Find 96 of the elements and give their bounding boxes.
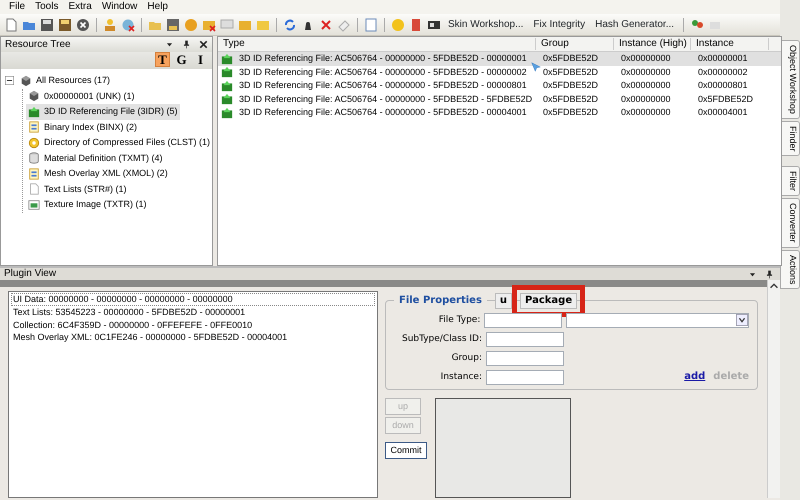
input-field[interactable] [486,351,564,366]
table-cell-text: 0x5FDBE52D [542,80,598,92]
input-field[interactable] [486,332,564,347]
toolbar-button[interactable]: Skin Workshop... [445,17,526,32]
tree-item[interactable]: Binary Index (BINX) (2) [26,120,140,135]
caret-icon[interactable] [736,314,748,326]
view-toggle[interactable]: T [155,52,170,67]
tree-item[interactable]: Directory of Compressed Files (CLST) (1) [26,135,212,150]
scrollbar[interactable] [767,280,780,498]
toolbar-button[interactable]: Fix Integrity [530,17,588,32]
tree-item[interactable]: 3D ID Referencing File (3IDR) (5) [26,104,180,120]
table-cell-text: 3D ID Referencing File: AC506764 - 00000000 - 5FDBE52D - 00000002 [238,66,527,78]
expand-toggle[interactable] [5,76,14,86]
cursor-icon [531,62,541,72]
column-header[interactable]: Instance [691,38,769,50]
table-cell-text: 0x00004001 [697,107,748,118]
tree-item[interactable]: All Resources (17) [18,73,112,88]
table-cell-text: 3D ID Referencing File: AC506764 - 00000000 - 5FDBE52D - 00000801 [238,80,527,92]
globe-icon[interactable] [121,18,135,32]
button[interactable]: Commit [385,442,427,459]
table-cell-text: 3D ID Referencing File: AC506764 - 00000000 - 5FDBE52D - 00004001 [238,107,527,118]
side-tab[interactable]: Converter [780,198,800,248]
table-cell-text: 0x5FDBE52D [542,53,598,64]
list-row[interactable]: 3D ID Referencing File: AC506764 - 00000000 - 5FDBE52D - 00000001 0x5FDBE52D 0x00000000 0x00000001 [218,52,781,66]
table-cell-text: 0x00000001 [697,53,748,64]
list-item[interactable]: Text Lists: 53545223 - 00000000 - 5FDBE52D - 00000001 [11,306,375,319]
table-cell-text: 0x5FDBE52D [542,94,598,105]
pin-icon[interactable] [765,270,774,278]
view-toggle[interactable]: G [174,52,189,67]
table-cell-text: 0x00000000 [620,53,671,64]
close-icon[interactable] [199,40,208,49]
table-cell-text: 3D ID Referencing File: AC506764 - 00000000 - 5FDBE52D - 00000001 [238,53,527,64]
side-tab[interactable]: Actions [780,250,800,290]
column-header[interactable]: Group [536,38,614,50]
list-item[interactable]: Mesh Overlay XML: 0C1FE246 - 00000000 - 5FDBE52D - 00004001 [11,331,375,344]
table-cell-text: 0x00000002 [697,66,748,78]
list-item[interactable]: Collection: 6C4F359D - 00000000 - 0FFEFEFE - 0FFE0010 [11,318,375,332]
list-row[interactable]: 3D ID Referencing File: AC506764 - 00000000 - 5FDBE52D - 00004001 0x5FDBE52D 0x00000000 0x00004001 [218,106,781,120]
dropdown-field[interactable] [566,313,749,328]
tree-item[interactable]: Text Lists (STR#) (1) [26,182,129,197]
tree-item[interactable]: Texture Image (TXTR) (1) [26,197,149,212]
menu-item[interactable]: Help [142,1,173,13]
document-icon [28,168,40,180]
list-row[interactable]: 3D ID Referencing File: AC506764 - 00000000 - 5FDBE52D - 00000801 0x5FDBE52D 0x00000000 0x00000801 [218,79,781,92]
close-icon[interactable] [76,18,90,32]
document-icon[interactable] [364,18,378,32]
side-tab[interactable]: Filter [780,166,800,196]
save-icon[interactable] [40,18,54,32]
pane-title: Resource Tree [5,38,71,50]
picture-icon [28,198,40,211]
menu-item[interactable]: File [4,1,30,13]
cube-icon [20,74,32,87]
table-cell-text: 0x00000000 [620,66,671,78]
menu-item[interactable]: Window [96,1,142,13]
list-row[interactable]: 3D ID Referencing File: AC506764 - 00000000 - 5FDBE52D - 00000002 0x5FDBE52D 0x00000000 0x00000002 [218,66,781,79]
field-label: Group: [450,353,483,364]
view-toggle[interactable]: I [193,52,208,67]
table-cell-text: 0x00000801 [697,80,748,92]
tree-item[interactable]: Mesh Overlay XML (XMOL) (2) [26,166,170,182]
page-icon [28,183,40,196]
menu-item[interactable]: Extra [63,1,97,13]
menu-item[interactable]: Tools [30,1,64,13]
table-cell-text: 0x00000000 [620,94,671,105]
refresh-icon[interactable] [283,18,297,32]
table-cell-text: 0x00000000 [620,80,671,92]
database-icon [28,152,40,164]
delete-icon[interactable] [319,18,333,32]
new-file-icon[interactable] [4,18,18,32]
list-item[interactable]: UI Data: 00000000 - 00000000 - 00000000 - 00000000 [11,293,375,306]
save-icon[interactable] [166,18,180,32]
dropdown-icon[interactable] [165,40,174,49]
pane-title: Plugin View [4,268,56,280]
table-cell-text: 0x5FDBE52D [542,66,598,78]
table-cell-text: 0x5FDBE52D [542,107,598,118]
table-cell-text: 3D ID Referencing File: AC506764 - 00000000 - 5FDBE52D - 5FDBE52D [238,94,532,105]
input-field[interactable] [486,370,564,385]
save-icon[interactable] [58,18,72,32]
cube-icon [28,90,40,102]
tree-item[interactable]: 0x00000001 (UNK) (1) [26,88,137,104]
tab[interactable]: u [494,293,512,309]
table-cell-text: 0x00000000 [620,107,671,118]
table-cell-text: 0x5FDBE52D [697,94,754,105]
toolbar-button[interactable]: Hash Generator... [592,17,678,32]
field-label: SubType/Class ID: [401,334,483,345]
side-tab[interactable]: Object Workshop [780,40,800,119]
tree-item[interactable]: Material Definition (TXMT) (4) [26,150,165,166]
column-header[interactable]: Type [218,38,536,50]
field-label: Instance: [440,372,483,383]
column-header[interactable]: Instance (High) [614,38,691,50]
pin-icon[interactable] [182,40,191,49]
document-icon [28,121,40,134]
list-row[interactable]: 3D ID Referencing File: AC506764 - 00000000 - 5FDBE52D - 5FDBE52D 0x5FDBE52D 0x00000000 0x5FDBE52D [218,92,781,106]
side-tab[interactable]: Finder [780,120,800,156]
link[interactable]: add [684,371,706,383]
field-label: File Type: [438,315,482,326]
input-field[interactable] [484,313,562,328]
